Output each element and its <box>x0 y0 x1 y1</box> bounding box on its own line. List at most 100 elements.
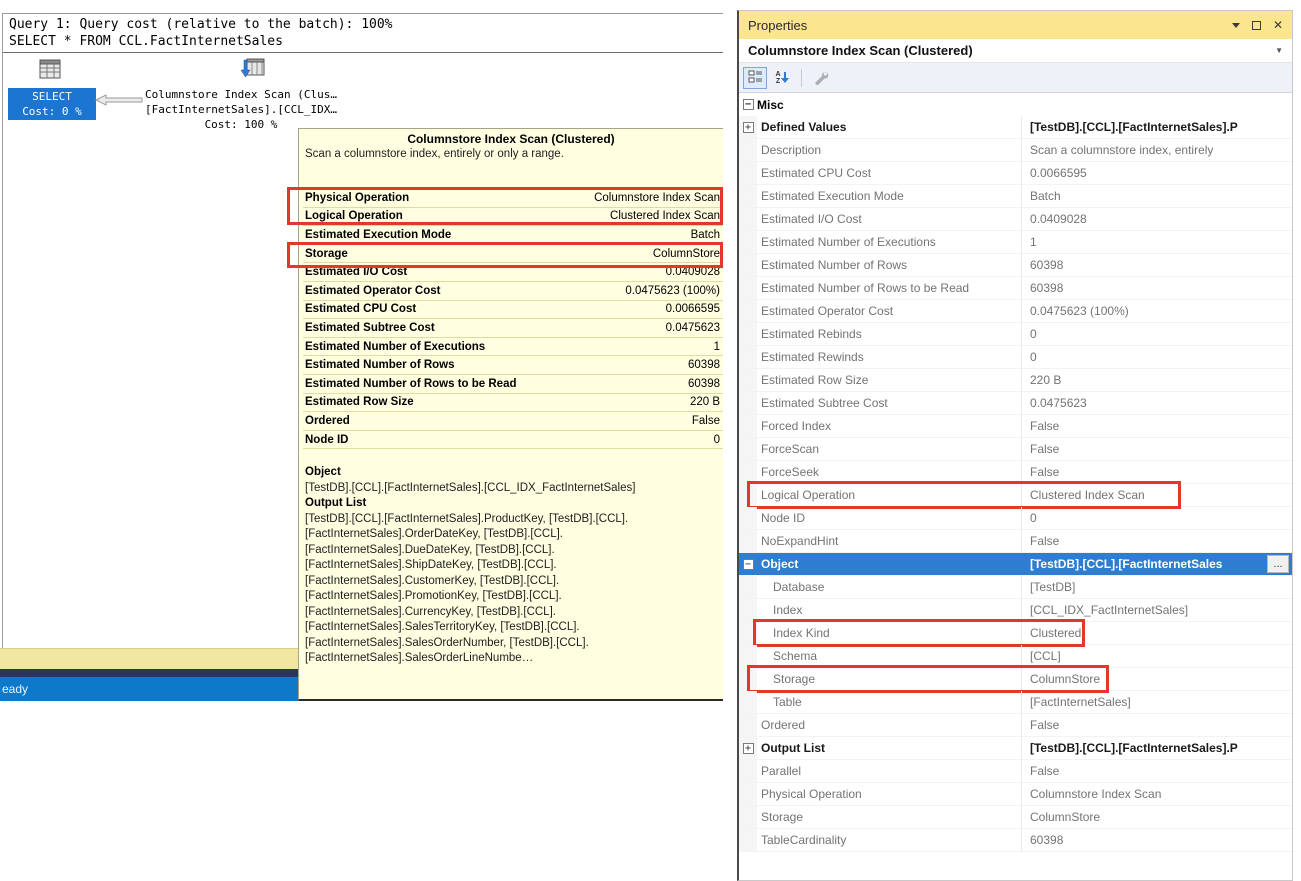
row-indicator <box>739 438 757 460</box>
property-row-storage[interactable]: StorageColumnStore <box>739 668 1292 691</box>
property-value: 0.0475623 <box>1022 396 1292 410</box>
categorized-view-button[interactable] <box>743 67 767 89</box>
property-value: [TestDB] <box>1022 580 1292 594</box>
window-position-icon[interactable] <box>1232 23 1240 28</box>
property-row-index-kind[interactable]: Index KindClustered <box>739 622 1292 645</box>
property-row-estimated-number-of-rows[interactable]: Estimated Number of Rows60398 <box>739 254 1292 277</box>
row-indicator <box>739 392 757 414</box>
property-row-tablecardinality[interactable]: TableCardinality60398 <box>739 829 1292 852</box>
property-row-parallel[interactable]: ParallelFalse <box>739 760 1292 783</box>
columnstore-index-scan-icon <box>240 56 266 80</box>
row-indicator <box>739 277 757 299</box>
property-row-schema[interactable]: Schema[CCL] <box>739 645 1292 668</box>
category-row-misc[interactable]: − Misc <box>739 93 1292 116</box>
property-row-table[interactable]: Table[FactInternetSales] <box>739 691 1292 714</box>
property-row-storage[interactable]: StorageColumnStore <box>739 806 1292 829</box>
output-list-line: [FactInternetSales].CurrencyKey, [TestDB… <box>305 605 719 621</box>
property-row-estimated-number-of-rows-to-be-read[interactable]: Estimated Number of Rows to be Read60398 <box>739 277 1292 300</box>
property-label: Ordered <box>757 714 1022 736</box>
property-row-logical-operation[interactable]: Logical OperationClustered Index Scan <box>739 484 1292 507</box>
property-label: Storage <box>757 668 1022 690</box>
output-list-line: [FactInternetSales].ShipDateKey, [TestDB… <box>305 558 719 574</box>
row-indicator: + <box>739 737 757 759</box>
property-label: Parallel <box>757 760 1022 782</box>
row-indicator <box>739 461 757 483</box>
property-row-database[interactable]: Database[TestDB] <box>739 576 1292 599</box>
tooltip-row: Estimated Operator Cost0.0475623 (100%) <box>303 282 723 301</box>
property-row-output-list[interactable]: +Output List[TestDB].[CCL].[FactInternet… <box>739 737 1292 760</box>
tooltip-row: Estimated CPU Cost0.0066595 <box>303 301 723 320</box>
property-row-forceseek[interactable]: ForceSeekFalse <box>739 461 1292 484</box>
wrench-icon <box>814 70 829 85</box>
output-list-line: [FactInternetSales].CustomerKey, [TestDB… <box>305 574 719 590</box>
property-row-node-id[interactable]: Node ID0 <box>739 507 1292 530</box>
property-value: False <box>1022 718 1292 732</box>
property-value: [CCL] <box>1022 649 1292 663</box>
properties-rows: +Defined Values[TestDB].[CCL].[FactInter… <box>739 116 1292 852</box>
maximize-icon[interactable] <box>1252 21 1261 30</box>
tooltip-row: Estimated Subtree Cost0.0475623 <box>303 319 723 338</box>
property-row-physical-operation[interactable]: Physical OperationColumnstore Index Scan <box>739 783 1292 806</box>
property-row-forced-index[interactable]: Forced IndexFalse <box>739 415 1292 438</box>
object-selector-combo[interactable]: Columnstore Index Scan (Clustered) ▼ <box>739 39 1292 63</box>
property-label: TableCardinality <box>757 829 1022 851</box>
property-row-forcescan[interactable]: ForceScanFalse <box>739 438 1292 461</box>
property-label: Index Kind <box>757 622 1022 644</box>
property-value: 60398 <box>1022 258 1292 272</box>
collapse-icon[interactable]: − <box>743 559 754 570</box>
select-operator-icon <box>39 59 61 79</box>
row-indicator <box>739 530 757 552</box>
execution-plan-region: Query 1: Query cost (relative to the bat… <box>0 0 723 701</box>
property-row-estimated-operator-cost[interactable]: Estimated Operator Cost0.0475623 (100%) <box>739 300 1292 323</box>
property-value: [CCL_IDX_FactInternetSales] <box>1022 603 1292 617</box>
expand-icon[interactable]: + <box>743 122 754 133</box>
property-row-estimated-subtree-cost[interactable]: Estimated Subtree Cost0.0475623 <box>739 392 1292 415</box>
property-row-estimated-cpu-cost[interactable]: Estimated CPU Cost0.0066595 <box>739 162 1292 185</box>
row-indicator: + <box>739 116 757 138</box>
property-row-estimated-number-of-executions[interactable]: Estimated Number of Executions1 <box>739 231 1292 254</box>
property-row-noexpandhint[interactable]: NoExpandHintFalse <box>739 530 1292 553</box>
collapse-icon[interactable]: − <box>743 99 754 110</box>
property-row-estimated-rewinds[interactable]: Estimated Rewinds0 <box>739 346 1292 369</box>
property-row-defined-values[interactable]: +Defined Values[TestDB].[CCL].[FactInter… <box>739 116 1292 139</box>
expand-icon[interactable]: + <box>743 743 754 754</box>
tooltip-title: Columnstore Index Scan (Clustered) <box>299 132 723 146</box>
property-label: Estimated Subtree Cost <box>757 392 1022 414</box>
property-label: Estimated Number of Rows <box>757 254 1022 276</box>
property-row-ordered[interactable]: OrderedFalse <box>739 714 1292 737</box>
select-node[interactable]: SELECT Cost: 0 % <box>8 88 96 120</box>
annotation-box <box>287 242 723 268</box>
close-icon[interactable]: ✕ <box>1273 19 1283 31</box>
property-label: ForceScan <box>757 438 1022 460</box>
property-row-estimated-rebinds[interactable]: Estimated Rebinds0 <box>739 323 1292 346</box>
property-row-estimated-row-size[interactable]: Estimated Row Size220 B <box>739 369 1292 392</box>
property-value: [FactInternetSales] <box>1022 695 1292 709</box>
ellipsis-button[interactable]: ... <box>1267 555 1289 573</box>
property-row-index[interactable]: Index[CCL_IDX_FactInternetSales] <box>739 599 1292 622</box>
row-indicator <box>739 668 757 690</box>
property-label: Index <box>757 599 1022 621</box>
tooltip-row: Estimated Number of Executions1 <box>303 338 723 357</box>
row-indicator <box>739 622 757 644</box>
property-value: [TestDB].[CCL].[FactInternetSales].P <box>1022 120 1292 134</box>
output-list-line: [FactInternetSales].SalesTerritoryKey, [… <box>305 620 719 636</box>
category-label: Misc <box>757 98 784 112</box>
columnstore-scan-node[interactable]: Columnstore Index Scan (Clus… [FactInter… <box>131 87 351 132</box>
alphabetical-sort-button[interactable]: AZ <box>770 67 794 89</box>
row-indicator <box>739 576 757 598</box>
sort-arrow-down-icon <box>781 71 789 84</box>
property-row-description[interactable]: DescriptionScan a columnstore index, ent… <box>739 139 1292 162</box>
row-indicator <box>739 645 757 667</box>
property-label: ForceSeek <box>757 461 1022 483</box>
output-list-line: [FactInternetSales].SalesOrderLineNumbe… <box>305 651 719 667</box>
tooltip-object-label: Object <box>305 465 719 481</box>
property-label: Estimated Operator Cost <box>757 300 1022 322</box>
chevron-down-icon: ▼ <box>1275 46 1283 55</box>
property-row-object[interactable]: −Object[TestDB].[CCL].[FactInternetSales… <box>739 553 1292 576</box>
property-row-estimated-execution-mode[interactable]: Estimated Execution ModeBatch <box>739 185 1292 208</box>
property-value: Clustered Index Scan <box>1022 488 1292 502</box>
property-pages-button[interactable] <box>809 67 833 89</box>
property-row-estimated-i-o-cost[interactable]: Estimated I/O Cost0.0409028 <box>739 208 1292 231</box>
property-value: 0 <box>1022 350 1292 364</box>
property-value: ColumnStore <box>1022 810 1292 824</box>
